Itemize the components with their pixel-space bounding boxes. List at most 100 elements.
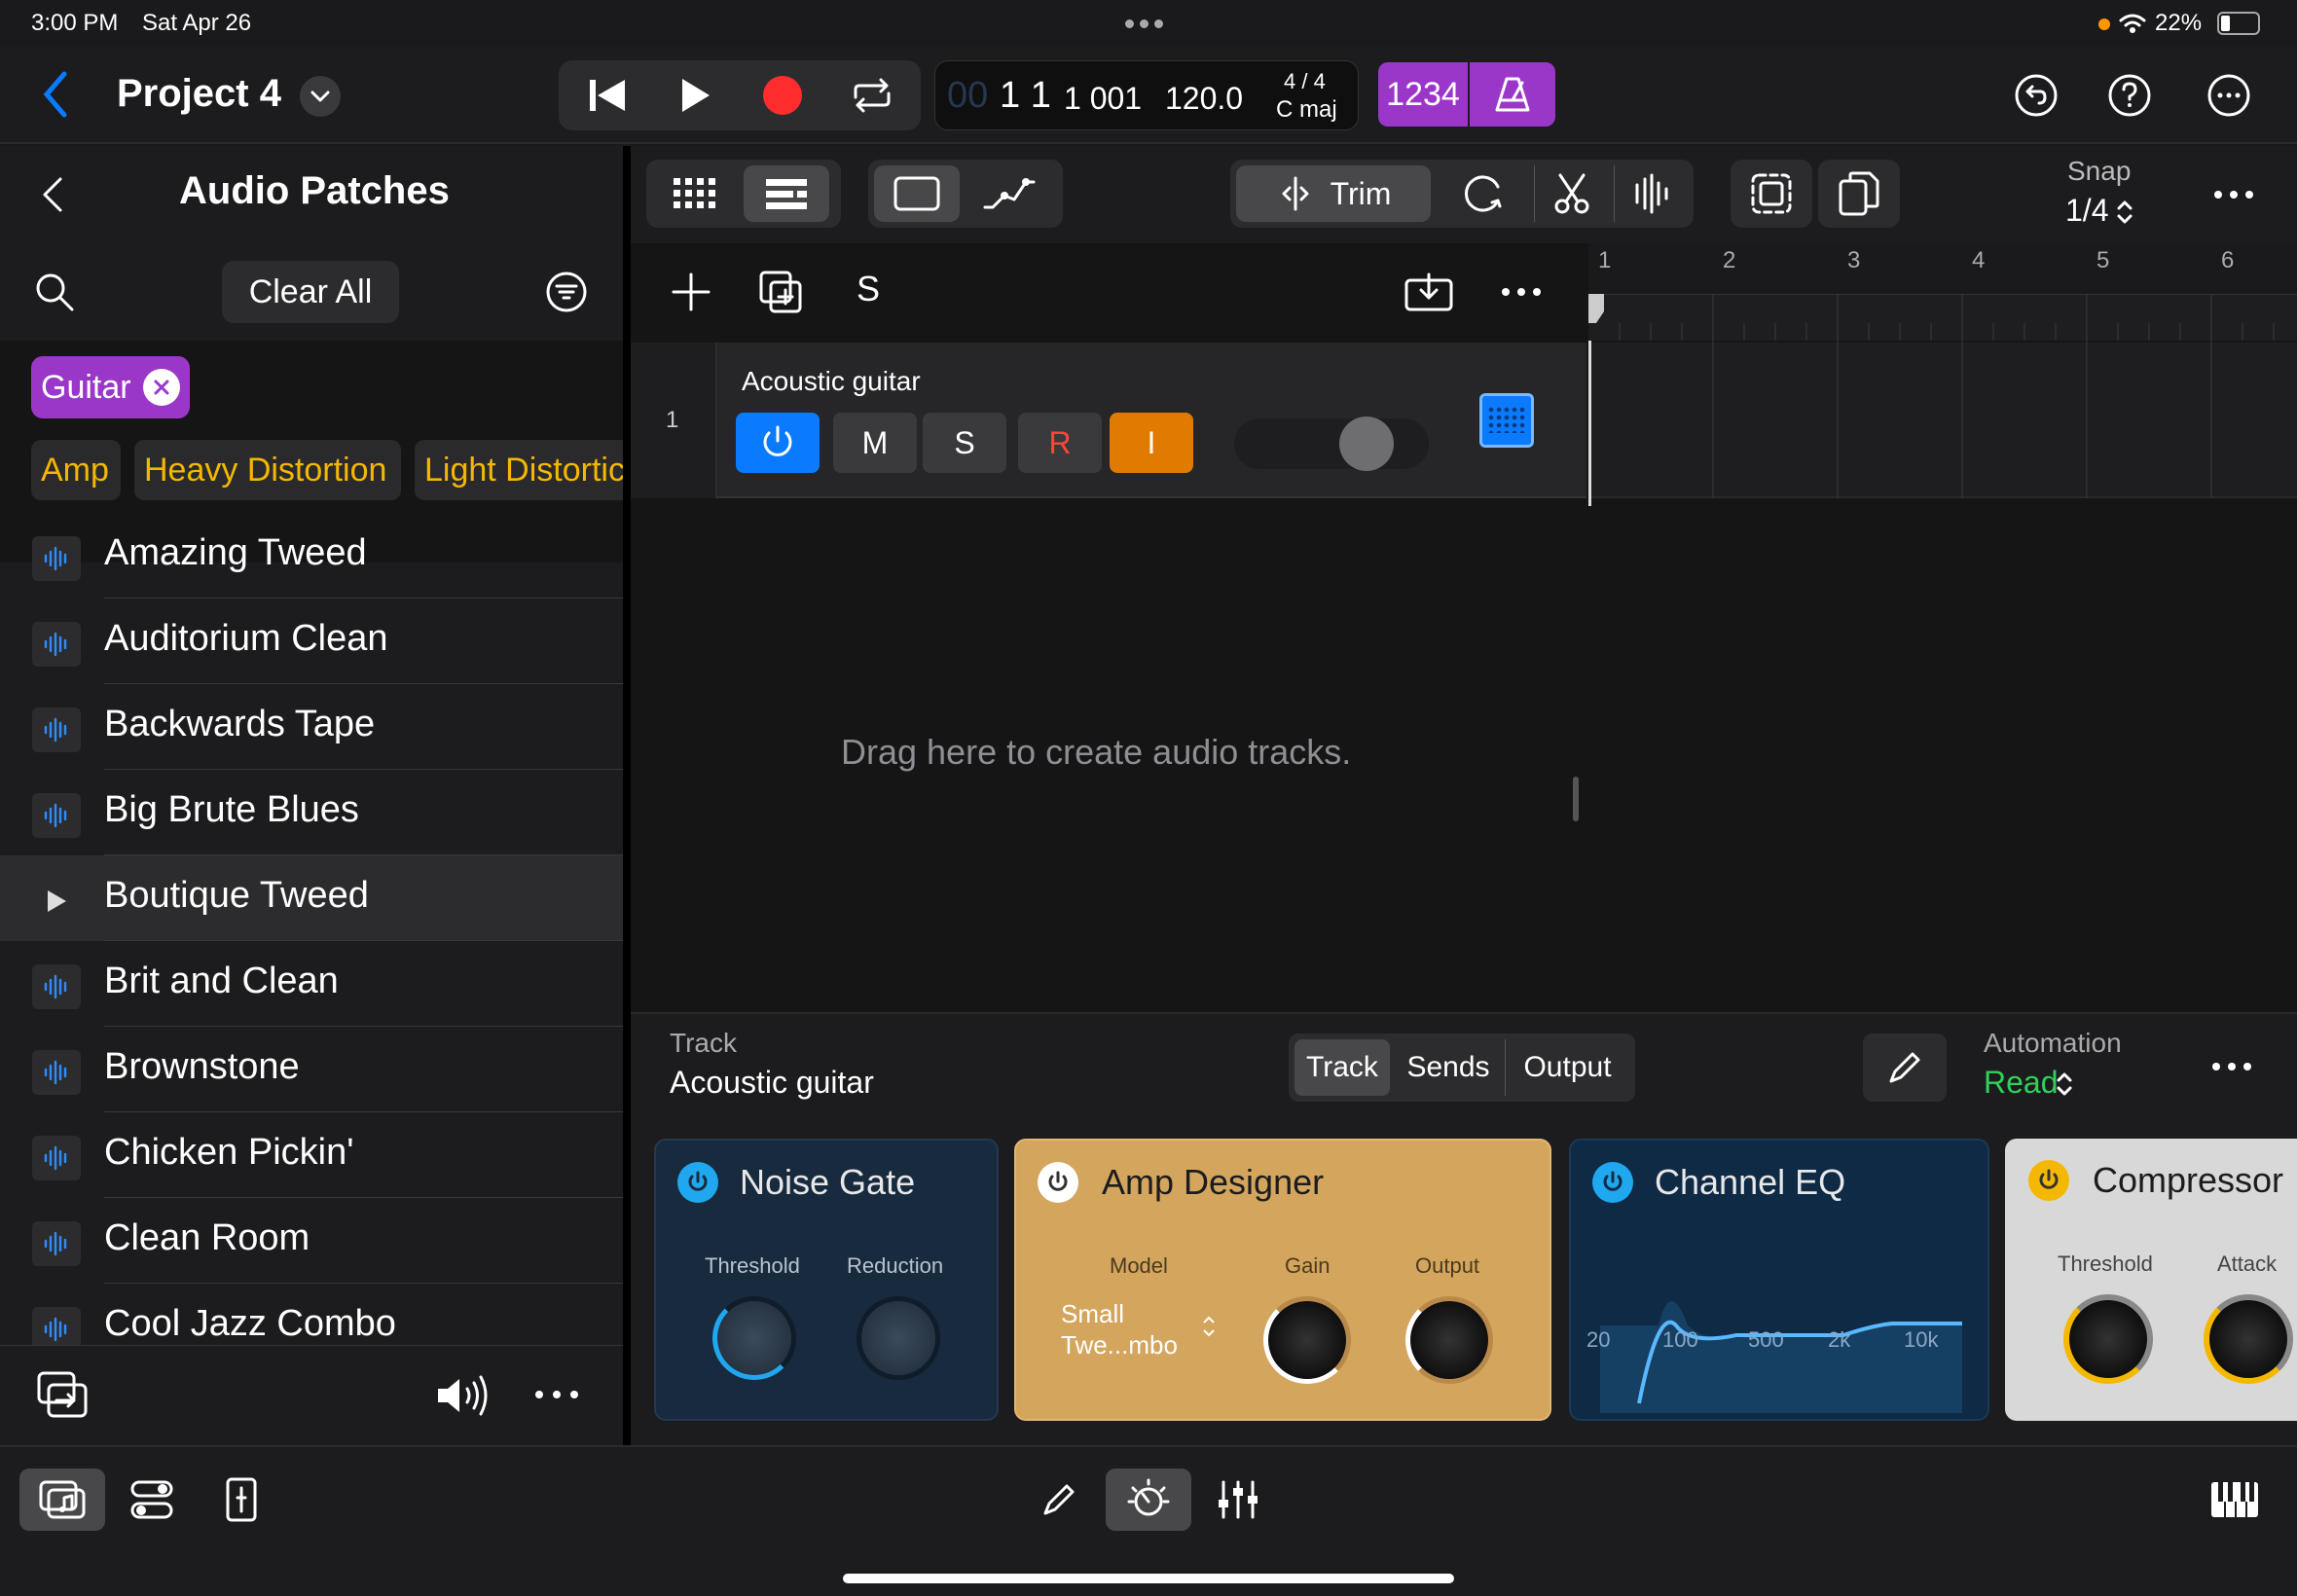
import-into-track-icon[interactable] xyxy=(1404,271,1454,313)
comp-threshold-knob[interactable] xyxy=(2063,1294,2153,1384)
plugins-button[interactable] xyxy=(1106,1469,1191,1531)
stepper-chevrons-icon[interactable] xyxy=(2116,199,2133,226)
gain-knob[interactable] xyxy=(1263,1296,1351,1384)
patch-list-item[interactable]: Boutique Tweed xyxy=(0,855,623,941)
tag-light-distortion[interactable]: Light Distortic xyxy=(415,440,623,500)
patch-list-item[interactable]: Amazing Tweed xyxy=(0,513,623,598)
split-tool-button[interactable] xyxy=(1534,165,1608,222)
project-menu-button[interactable] xyxy=(300,76,341,117)
compressor-power-button[interactable] xyxy=(2028,1160,2069,1201)
browser-button[interactable] xyxy=(19,1469,105,1531)
edit-plugins-button[interactable] xyxy=(1863,1034,1947,1102)
record-enable-button[interactable]: R xyxy=(1018,413,1102,473)
waveform-icon[interactable] xyxy=(32,1221,81,1266)
track-lane[interactable] xyxy=(1588,343,2297,498)
attack-knob[interactable] xyxy=(2204,1294,2293,1384)
waveform-icon[interactable] xyxy=(32,622,81,667)
region-view-button[interactable] xyxy=(874,165,960,222)
mute-button[interactable]: M xyxy=(833,413,917,473)
inspector-button[interactable] xyxy=(210,1469,273,1531)
count-in-button[interactable]: 1234 xyxy=(1378,62,1468,127)
channel-eq-power-button[interactable] xyxy=(1592,1162,1633,1203)
tag-amp[interactable]: Amp xyxy=(31,440,121,500)
waveform-icon[interactable] xyxy=(32,964,81,1009)
track-more-icon[interactable] xyxy=(1501,286,1542,298)
patch-list-item[interactable]: Big Brute Blues xyxy=(0,770,623,855)
automation-view-button[interactable] xyxy=(966,165,1051,222)
mixer-button[interactable] xyxy=(1207,1469,1269,1531)
waveform-icon[interactable] xyxy=(32,793,81,838)
patch-list-item[interactable]: Chicken Pickin' xyxy=(0,1112,623,1198)
tab-track[interactable]: Track xyxy=(1294,1039,1390,1096)
filter-icon[interactable] xyxy=(545,271,588,313)
patch-list-item[interactable]: Brownstone xyxy=(0,1027,623,1112)
more-button[interactable] xyxy=(2202,68,2256,123)
speaker-icon[interactable] xyxy=(434,1373,492,1418)
tag-heavy-distortion[interactable]: Heavy Distortion xyxy=(134,440,401,500)
amp-designer-power-button[interactable] xyxy=(1038,1162,1078,1203)
tab-sends[interactable]: Sends xyxy=(1398,1039,1499,1096)
patch-list-item[interactable]: Backwards Tape xyxy=(0,684,623,770)
waveform-icon[interactable] xyxy=(32,1307,81,1345)
volume-knob[interactable] xyxy=(1339,417,1394,471)
back-icon[interactable] xyxy=(41,70,70,119)
back-chevron-icon[interactable] xyxy=(41,175,64,214)
lcd-display[interactable]: 00 1 1 1 001 120.0 4 / 4 C maj xyxy=(934,60,1359,130)
join-tool-button[interactable] xyxy=(1614,165,1688,222)
toolbar-more-icon[interactable] xyxy=(2213,189,2254,200)
waveform-icon[interactable] xyxy=(32,536,81,581)
volume-slider[interactable] xyxy=(1234,417,1429,471)
loop-tool-button[interactable] xyxy=(1444,165,1522,222)
threshold-knob[interactable] xyxy=(712,1296,796,1380)
metronome-button[interactable] xyxy=(1470,62,1555,127)
snap-value[interactable]: 1/4 xyxy=(2065,193,2108,229)
help-button[interactable] xyxy=(2102,68,2157,123)
waveform-icon[interactable] xyxy=(32,1050,81,1095)
plugin-amp-designer[interactable]: Amp Designer Model Gain Output Small Twe… xyxy=(1014,1139,1551,1421)
amp-model-value[interactable]: Small Twe...mbo xyxy=(1061,1298,1189,1360)
home-indicator[interactable] xyxy=(843,1574,1454,1583)
cycle-button[interactable] xyxy=(843,70,901,121)
solo-button[interactable]: S xyxy=(923,413,1006,473)
inspector-more-icon[interactable] xyxy=(2211,1061,2252,1072)
automation-mode[interactable]: Read xyxy=(1984,1065,2059,1101)
duplicate-track-icon[interactable] xyxy=(757,269,804,315)
track-header[interactable]: 1 Acoustic guitar M S R I xyxy=(631,343,1586,498)
remove-filter-button[interactable] xyxy=(142,369,180,406)
play-button[interactable] xyxy=(666,70,724,121)
patch-list-item[interactable]: Cool Jazz Combo xyxy=(0,1284,623,1345)
model-stepper-icon[interactable] xyxy=(1201,1314,1217,1339)
tracks-view-button[interactable] xyxy=(744,165,829,222)
record-button[interactable] xyxy=(753,70,812,121)
project-title[interactable]: Project 4 xyxy=(117,72,281,116)
patch-list-item[interactable]: Auditorium Clean xyxy=(0,598,623,684)
waveform-icon[interactable] xyxy=(32,1136,81,1180)
search-icon[interactable] xyxy=(33,271,76,313)
resize-handle[interactable] xyxy=(1573,777,1579,821)
add-track-icon[interactable] xyxy=(672,272,711,311)
plugin-compressor[interactable]: Compressor Threshold Attack xyxy=(2005,1139,2297,1421)
input-monitor-button[interactable]: I xyxy=(1110,413,1193,473)
multitasking-dots-icon[interactable] xyxy=(1125,19,1163,28)
solo-all-button[interactable]: S xyxy=(857,269,880,309)
import-icon[interactable] xyxy=(35,1369,90,1420)
ruler[interactable]: 1 2 3 4 5 6 xyxy=(1588,243,2297,341)
copy-button[interactable] xyxy=(1818,160,1900,228)
grid-view-button[interactable] xyxy=(652,165,738,222)
tab-output[interactable]: Output xyxy=(1505,1039,1629,1096)
controls-button[interactable] xyxy=(121,1469,183,1531)
clear-all-button[interactable]: Clear All xyxy=(222,261,399,323)
output-knob[interactable] xyxy=(1405,1296,1493,1384)
track-empty-area[interactable]: Drag here to create audio tracks. xyxy=(631,500,1586,1012)
plugin-noise-gate[interactable]: Noise Gate Threshold Reduction xyxy=(654,1139,999,1421)
active-filter-chip[interactable]: Guitar xyxy=(31,356,190,418)
keyboard-button[interactable] xyxy=(2204,1469,2266,1531)
reduction-knob[interactable] xyxy=(857,1296,940,1380)
rewind-button[interactable] xyxy=(578,70,637,121)
select-button[interactable] xyxy=(1731,160,1812,228)
patch-list-item[interactable]: Brit and Clean xyxy=(0,941,623,1027)
trim-tool-button[interactable]: Trim xyxy=(1236,165,1431,222)
patch-list-item[interactable]: Clean Room xyxy=(0,1198,623,1284)
noise-gate-power-button[interactable] xyxy=(677,1162,718,1203)
track-on-button[interactable] xyxy=(736,413,820,473)
